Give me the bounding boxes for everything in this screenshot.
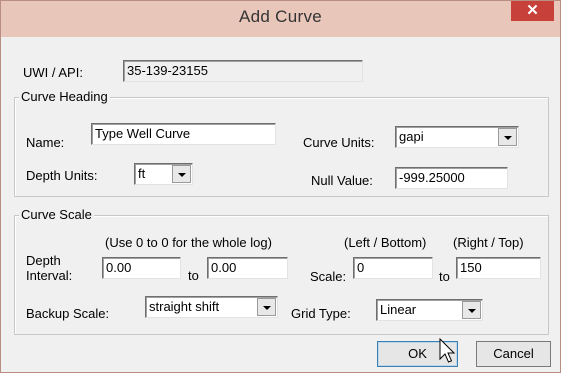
chevron-down-icon[interactable] xyxy=(257,298,276,316)
grid-type-select[interactable]: Linear xyxy=(376,299,483,321)
null-value-field[interactable]: -999.25000 xyxy=(395,167,508,189)
cancel-button[interactable]: Cancel xyxy=(476,341,551,367)
scale-right-field[interactable]: 150 xyxy=(456,257,541,279)
name-label: Name: xyxy=(26,135,65,150)
chevron-down-icon[interactable] xyxy=(172,165,191,183)
scale-to-label: to xyxy=(439,269,450,284)
chevron-down-icon[interactable] xyxy=(498,128,517,146)
backup-scale-label: Backup Scale: xyxy=(26,306,110,321)
curve-units-value: gapi xyxy=(399,129,424,144)
grid-type-label: Grid Type: xyxy=(291,306,351,321)
close-button[interactable]: ✕ xyxy=(511,1,554,21)
left-bottom-label: (Left / Bottom) xyxy=(344,235,427,250)
chevron-down-icon[interactable] xyxy=(462,301,481,319)
add-curve-dialog: Add Curve ✕ UWI / API: 35-139-23155 Curv… xyxy=(0,0,561,373)
backup-scale-value: straight shift xyxy=(149,299,220,314)
window-title: Add Curve xyxy=(238,7,323,26)
uwi-label: UWI / API: xyxy=(23,65,83,80)
mouse-pointer-icon xyxy=(439,338,456,363)
uwi-field[interactable]: 35-139-23155 xyxy=(123,60,363,82)
depth-units-select[interactable]: ft xyxy=(134,163,193,185)
depth-units-value: ft xyxy=(138,166,146,181)
scale-left-field[interactable]: 0 xyxy=(353,257,433,279)
interval-label: Interval: xyxy=(26,268,73,283)
curve-units-select[interactable]: gapi xyxy=(395,126,519,148)
depth-to-label: to xyxy=(188,268,199,283)
grid-type-value: Linear xyxy=(380,302,417,317)
depth-interval-hint: (Use 0 to 0 for the whole log) xyxy=(105,235,272,250)
close-icon: ✕ xyxy=(526,2,539,19)
right-top-label: (Right / Top) xyxy=(453,235,524,250)
title-bar[interactable]: Add Curve ✕ xyxy=(1,1,560,37)
curve-units-label: Curve Units: xyxy=(303,135,375,150)
curve-heading-group-label: Curve Heading xyxy=(19,89,110,104)
depth-from-field[interactable]: 0.00 xyxy=(102,257,181,279)
backup-scale-select[interactable]: straight shift xyxy=(145,296,278,318)
curve-scale-group-label: Curve Scale xyxy=(19,207,94,222)
scale-label: Scale: xyxy=(310,269,347,284)
depth-units-label: Depth Units: xyxy=(26,168,98,183)
depth-label: Depth xyxy=(26,253,61,268)
depth-to-field[interactable]: 0.00 xyxy=(207,257,288,279)
null-value-label: Null Value: xyxy=(311,173,373,188)
name-field[interactable]: Type Well Curve xyxy=(91,123,276,145)
